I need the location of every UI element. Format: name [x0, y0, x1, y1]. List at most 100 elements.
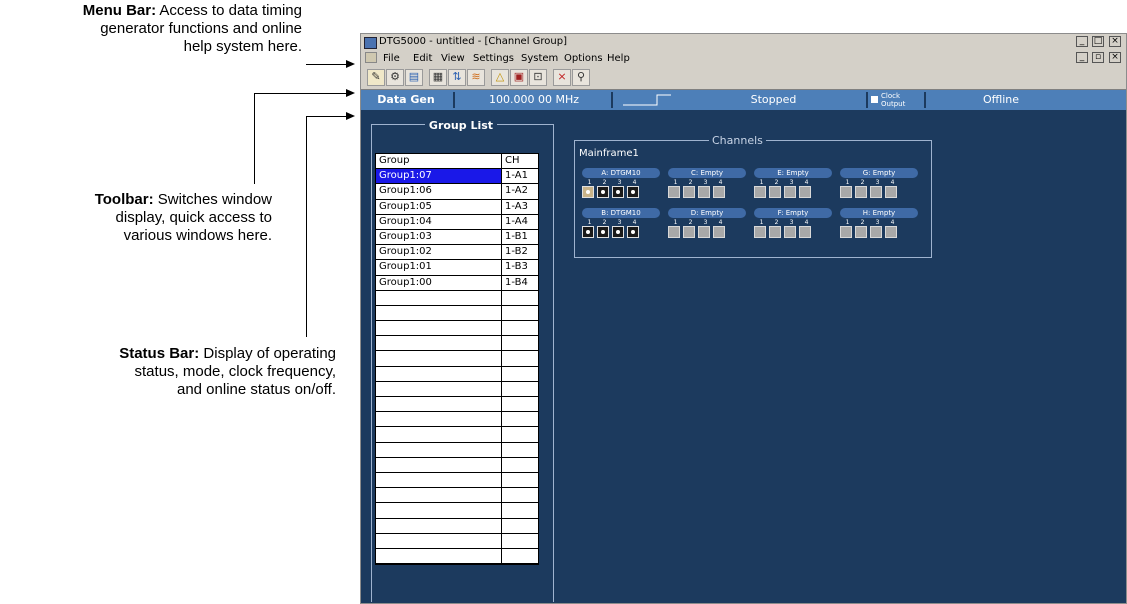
group-cell[interactable] [376, 336, 502, 351]
empty-table-row[interactable] [376, 488, 538, 504]
table-row[interactable]: Group1:07 1-A1 [376, 169, 538, 185]
title-bar[interactable]: DTG5000 - untitled - [Channel Group] _ □… [361, 34, 1126, 50]
menu-view[interactable]: View [441, 53, 465, 64]
ch-cell[interactable]: 1-B1 [502, 230, 536, 244]
blocks-icon[interactable]: ▣ [510, 69, 528, 86]
group-cell[interactable] [376, 472, 502, 488]
menu-edit[interactable]: Edit [413, 53, 432, 64]
channel-box[interactable] [612, 226, 624, 238]
header-ch[interactable]: CH [502, 154, 536, 168]
channel-box[interactable] [627, 186, 639, 198]
minimize-button[interactable]: _ [1076, 36, 1088, 47]
subsequence-icon[interactable]: ⊡ [529, 69, 547, 86]
group-cell[interactable] [376, 381, 502, 396]
ch-cell[interactable] [502, 412, 536, 426]
ch-cell[interactable] [502, 367, 536, 381]
group-cell[interactable] [376, 503, 502, 518]
settings-icon[interactable]: ⚙ [386, 69, 404, 86]
setup-icon[interactable]: ✎ [367, 69, 385, 86]
ch-cell[interactable]: 1-B4 [502, 276, 536, 290]
ch-cell[interactable] [502, 382, 536, 396]
channel-box[interactable] [885, 226, 897, 238]
maximize-button[interactable]: □ [1092, 36, 1104, 47]
sequence-icon[interactable]: △ [491, 69, 509, 86]
channel-box[interactable] [840, 186, 852, 198]
group-cell[interactable]: Group1:04 [376, 214, 502, 229]
ch-cell[interactable] [502, 503, 536, 517]
group-cell[interactable] [376, 518, 502, 533]
group-cell[interactable] [376, 533, 502, 548]
menu-system[interactable]: System [521, 53, 558, 64]
ch-cell[interactable] [502, 488, 536, 502]
table-row[interactable]: Group1:02 1-B2 [376, 245, 538, 261]
group-cell[interactable]: Group1:03 [376, 229, 502, 245]
table-row[interactable]: Group1:01 1-B3 [376, 260, 538, 276]
menu-file[interactable]: File [383, 53, 400, 64]
ch-cell[interactable] [502, 291, 536, 305]
ch-cell[interactable] [502, 549, 536, 563]
table-row[interactable]: Group1:03 1-B1 [376, 229, 538, 246]
group-cell[interactable]: Group1:05 [376, 199, 502, 214]
channel-box[interactable] [582, 186, 594, 198]
channel-box[interactable] [713, 186, 725, 198]
channel-box[interactable] [870, 226, 882, 238]
channel-box[interactable] [870, 186, 882, 198]
table-row[interactable]: Group1:00 1-B4 [376, 275, 538, 291]
channel-box[interactable] [597, 226, 609, 238]
empty-table-row[interactable] [376, 336, 538, 352]
ch-cell[interactable] [502, 321, 536, 335]
empty-table-row[interactable] [376, 442, 538, 458]
empty-table-row[interactable] [376, 548, 538, 565]
menu-options[interactable]: Options [564, 53, 603, 64]
ch-cell[interactable] [502, 458, 536, 472]
ch-cell[interactable]: 1-A2 [502, 184, 536, 198]
clock-output-checkbox[interactable] [871, 96, 878, 103]
channel-box[interactable] [668, 226, 680, 238]
timing-icon[interactable]: ⇅ [448, 69, 466, 86]
pattern-icon[interactable]: ▦ [429, 69, 447, 86]
ch-cell[interactable]: 1-A1 [502, 169, 536, 183]
empty-table-row[interactable] [376, 412, 538, 428]
channel-box[interactable] [840, 226, 852, 238]
group-cell[interactable] [376, 412, 502, 427]
group-cell[interactable] [376, 427, 502, 442]
ch-cell[interactable]: 1-B2 [502, 245, 536, 259]
doc-restore-button[interactable]: ▫ [1092, 52, 1104, 63]
channel-box[interactable] [784, 186, 796, 198]
empty-table-row[interactable] [376, 290, 538, 306]
listing-icon[interactable]: ▤ [405, 69, 423, 86]
channel-box[interactable] [582, 226, 594, 238]
ch-cell[interactable] [502, 427, 536, 441]
ch-cell[interactable] [502, 336, 536, 350]
empty-table-row[interactable] [376, 457, 538, 473]
channel-box[interactable] [855, 226, 867, 238]
probe-icon[interactable]: ⚲ [572, 69, 590, 86]
channel-box[interactable] [683, 226, 695, 238]
empty-table-row[interactable] [376, 427, 538, 443]
group-cell[interactable] [376, 397, 502, 412]
clock-output-toggle[interactable]: Clock Output [871, 90, 926, 110]
empty-table-row[interactable] [376, 366, 538, 382]
doc-close-button[interactable]: × [1109, 52, 1121, 63]
group-cell[interactable] [376, 457, 502, 472]
channel-box[interactable] [612, 186, 624, 198]
menu-settings[interactable]: Settings [473, 53, 514, 64]
empty-table-row[interactable] [376, 351, 538, 367]
group-cell[interactable] [376, 351, 502, 366]
channel-box[interactable] [754, 186, 766, 198]
group-cell[interactable]: Group1:06 [376, 184, 502, 199]
group-list-table[interactable]: Group CH Group1:07 1-A1 Group1:06 1-A2 Group… [375, 153, 539, 566]
group-cell[interactable] [376, 305, 502, 321]
channel-box[interactable] [769, 226, 781, 238]
channel-box[interactable] [597, 186, 609, 198]
channel-box[interactable] [627, 226, 639, 238]
table-row[interactable]: Group1:04 1-A4 [376, 214, 538, 230]
channel-box[interactable] [799, 186, 811, 198]
empty-table-row[interactable] [376, 305, 538, 322]
menu-help[interactable]: Help [607, 53, 630, 64]
empty-table-row[interactable] [376, 533, 538, 549]
ch-cell[interactable]: 1-A4 [502, 215, 536, 229]
group-cell[interactable] [376, 488, 502, 503]
channel-box[interactable] [698, 226, 710, 238]
jitter-icon[interactable]: ⨯ [553, 69, 571, 86]
